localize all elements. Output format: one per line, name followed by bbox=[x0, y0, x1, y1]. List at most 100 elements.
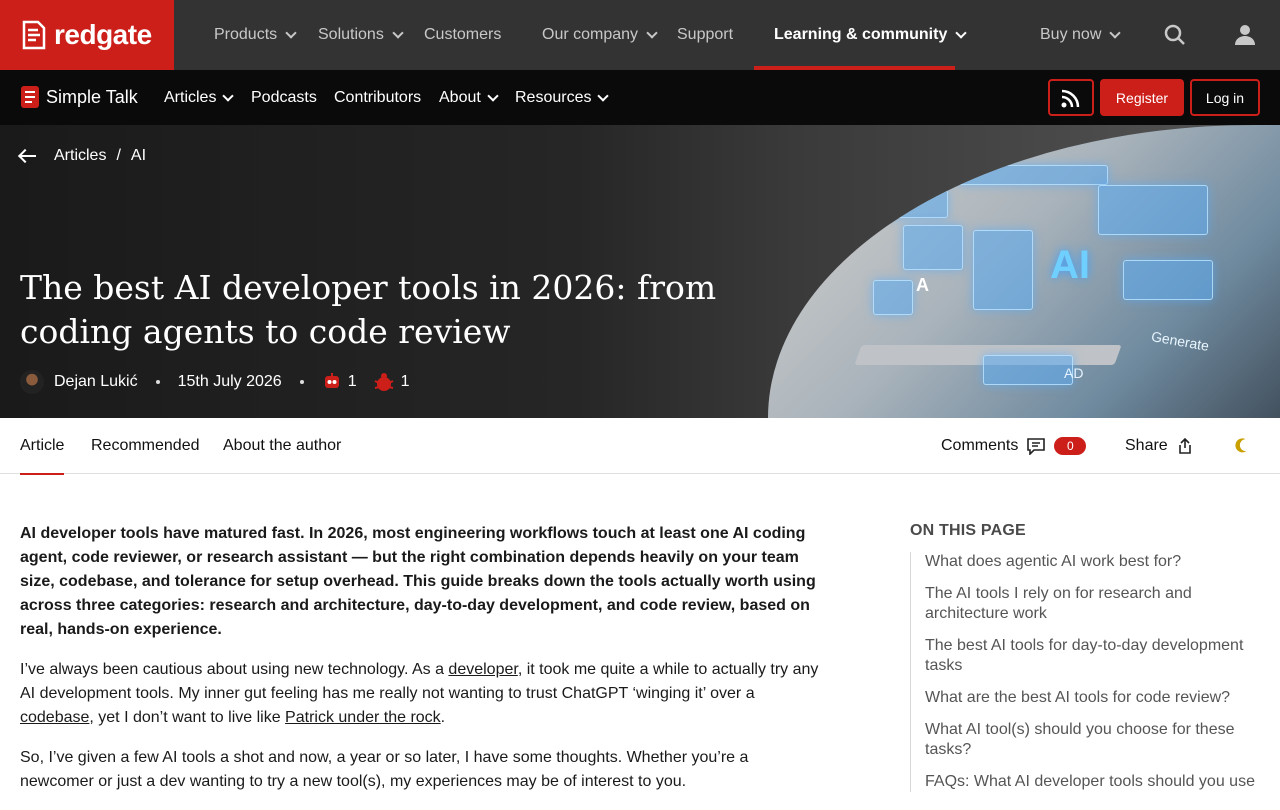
text: I’ve always been cautious about using ne… bbox=[20, 661, 449, 678]
text: , yet I don’t want to live like bbox=[89, 709, 286, 726]
subnav-articles[interactable]: Articles bbox=[164, 70, 235, 125]
breadcrumb-separator: / bbox=[116, 147, 121, 164]
ui-panel bbox=[1123, 260, 1213, 300]
article-meta: Dejan Lukić 15th July 2026 1 1 bbox=[20, 370, 410, 394]
subnav-contributors[interactable]: Contributors bbox=[334, 70, 421, 125]
author-name[interactable]: Dejan Lukić bbox=[54, 373, 138, 391]
login-button[interactable]: Log in bbox=[1190, 79, 1260, 116]
subnav-label: Articles bbox=[164, 88, 217, 106]
toc-heading: ON THIS PAGE bbox=[910, 522, 1026, 539]
ui-panel bbox=[983, 355, 1073, 385]
redgate-brand: redgate bbox=[54, 19, 152, 50]
toc-item[interactable]: FAQs: What AI developer tools should you… bbox=[925, 772, 1270, 792]
ui-panel bbox=[873, 280, 913, 315]
topnav-label: Products bbox=[214, 26, 278, 43]
hero-generate-text: Generate bbox=[1150, 328, 1211, 354]
ui-panel bbox=[973, 230, 1033, 310]
hero-ad-text: AD bbox=[1064, 365, 1084, 381]
share-label: Share bbox=[1125, 437, 1168, 454]
hero-image: AI A Generate AD bbox=[768, 125, 1280, 418]
topnav-customers[interactable]: Customers bbox=[424, 0, 501, 70]
chevron-down-icon bbox=[646, 27, 658, 39]
reaction-count: 1 bbox=[347, 373, 357, 390]
publish-date: 15th July 2026 bbox=[177, 373, 282, 390]
link-patrick[interactable]: Patrick under the rock bbox=[285, 709, 441, 726]
page-title: The best AI developer tools in 2026: fro… bbox=[20, 268, 717, 351]
search-icon bbox=[1164, 24, 1185, 45]
article-tabs: Article Recommended About the author Com… bbox=[0, 418, 1280, 475]
chevron-down-icon bbox=[1109, 27, 1122, 39]
link-developer[interactable]: developer bbox=[448, 661, 517, 678]
comments-button[interactable]: Comments 0 bbox=[941, 418, 1087, 474]
simple-talk-logo[interactable]: Simple Talk bbox=[20, 85, 138, 109]
share-button[interactable]: Share bbox=[1125, 418, 1194, 474]
tab-recommended[interactable]: Recommended bbox=[91, 418, 200, 474]
search-button[interactable] bbox=[1164, 0, 1186, 70]
chevron-down-icon bbox=[597, 89, 610, 102]
breadcrumb-articles[interactable]: Articles bbox=[54, 147, 106, 165]
topnav-support[interactable]: Support bbox=[677, 0, 733, 70]
ui-panel bbox=[1098, 185, 1208, 235]
chevron-down-icon bbox=[222, 89, 235, 102]
toc-list: What does agentic AI work best for? The … bbox=[910, 552, 1270, 792]
toc-item[interactable]: The best AI tools for day-to-day develop… bbox=[925, 636, 1270, 676]
simple-talk-brand: Simple Talk bbox=[46, 86, 138, 107]
moon-icon bbox=[1235, 438, 1247, 453]
topnav-solutions[interactable]: Solutions bbox=[318, 0, 404, 70]
comments-count-badge: 0 bbox=[1054, 437, 1087, 455]
topnav-label: Learning & community bbox=[774, 26, 948, 43]
article-lead: AI developer tools have matured fast. In… bbox=[20, 525, 816, 638]
hero-a-text: A bbox=[916, 275, 929, 295]
topnav-buy-now[interactable]: Buy now bbox=[1040, 0, 1122, 70]
text: . bbox=[440, 709, 446, 726]
tab-about-author[interactable]: About the author bbox=[223, 418, 341, 474]
toc-item[interactable]: What does agentic AI work best for? bbox=[925, 552, 1270, 572]
article-body: AI developer tools have matured fast. In… bbox=[20, 522, 820, 810]
toc-item[interactable]: The AI tools I rely on for research and … bbox=[925, 584, 1270, 624]
chevron-down-icon bbox=[392, 27, 404, 39]
topnav-label: Customers bbox=[424, 26, 502, 43]
link-codebase[interactable]: codebase bbox=[20, 709, 89, 726]
topnav-label: Support bbox=[677, 26, 734, 43]
subnav-podcasts[interactable]: Podcasts bbox=[251, 70, 317, 125]
table-of-contents: ON THIS PAGE What does agentic AI work b… bbox=[910, 522, 1270, 804]
redgate-logo-icon bbox=[22, 20, 46, 50]
comments-label: Comments bbox=[941, 437, 1019, 454]
share-icon bbox=[1178, 437, 1191, 454]
hero-ai-text: AI bbox=[1050, 243, 1090, 287]
subnav-label: Contributors bbox=[334, 88, 422, 106]
redgate-top-nav: redgate Products Solutions Customers Our… bbox=[0, 0, 1280, 70]
meta-separator bbox=[155, 380, 160, 384]
comment-icon bbox=[1027, 438, 1046, 455]
breadcrumb-ai[interactable]: AI bbox=[131, 147, 146, 165]
register-button[interactable]: Register bbox=[1100, 79, 1184, 116]
toc-item[interactable]: What AI tool(s) should you choose for th… bbox=[925, 720, 1270, 760]
subnav-label: Podcasts bbox=[251, 88, 317, 106]
rss-button[interactable] bbox=[1048, 79, 1094, 116]
author-avatar[interactable] bbox=[20, 370, 44, 394]
subnav-resources[interactable]: Resources bbox=[515, 70, 610, 125]
rss-icon bbox=[1061, 89, 1080, 107]
breadcrumb: Articles / AI bbox=[20, 147, 146, 165]
account-button[interactable] bbox=[1234, 0, 1256, 70]
reaction-bug-icon[interactable] bbox=[373, 372, 395, 392]
ui-panel bbox=[958, 165, 1108, 185]
ui-panel bbox=[888, 190, 948, 218]
ui-panel bbox=[903, 225, 963, 270]
topnav-learning-community[interactable]: Learning & community bbox=[774, 0, 968, 70]
simple-talk-logo-icon bbox=[21, 86, 39, 108]
redgate-logo[interactable]: redgate bbox=[0, 0, 174, 70]
reaction-robot-icon[interactable] bbox=[322, 372, 342, 392]
user-icon bbox=[1235, 25, 1255, 45]
tab-article[interactable]: Article bbox=[20, 418, 65, 475]
dark-mode-toggle[interactable] bbox=[1234, 418, 1254, 474]
reaction-count: 1 bbox=[400, 373, 410, 390]
arrow-left-icon[interactable] bbox=[20, 155, 36, 157]
toc-item[interactable]: What are the best AI tools for code revi… bbox=[925, 688, 1270, 708]
subnav-label: About bbox=[439, 88, 481, 106]
subnav-label: Resources bbox=[515, 88, 592, 106]
chevron-down-icon bbox=[487, 89, 499, 102]
topnav-our-company[interactable]: Our company bbox=[542, 0, 658, 70]
subnav-about[interactable]: About bbox=[439, 70, 499, 125]
topnav-products[interactable]: Products bbox=[214, 0, 297, 70]
